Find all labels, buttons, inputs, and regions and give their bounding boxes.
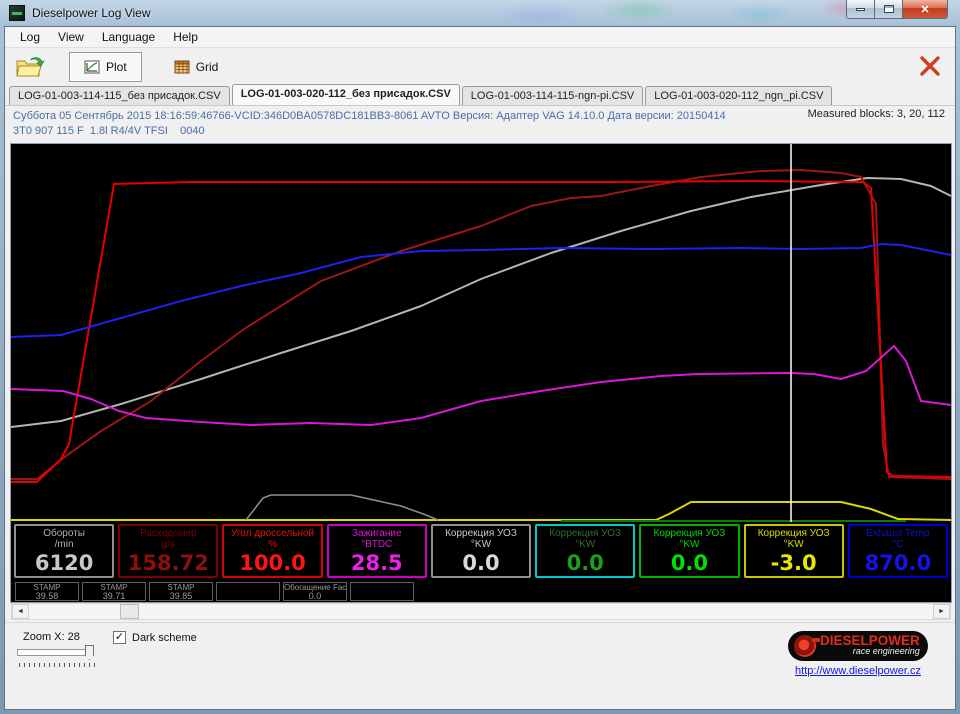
correction-1-value: 0.0 — [462, 551, 500, 575]
panel-correction-1: Коррекция УОЗ °KW 0.0 — [430, 524, 532, 578]
panel-rpm: Обороты /min 6120 — [14, 524, 115, 578]
tab-strip: LOG-01-003-114-115_без присадок.CSV LOG-… — [5, 84, 955, 106]
zoom-slider-track[interactable] — [17, 649, 85, 656]
dark-scheme-option[interactable]: ✓ Dark scheme — [113, 631, 197, 644]
plot-svg[interactable] — [11, 144, 951, 522]
scroll-right-button[interactable]: ► — [933, 604, 950, 619]
rpm-value: 6120 — [34, 551, 94, 575]
tab-log-020-112-ngn-pi[interactable]: LOG-01-003-020-112_ngn_pi.CSV — [645, 86, 833, 105]
red-x-icon — [920, 56, 940, 76]
dark-scheme-label: Dark scheme — [132, 631, 197, 644]
minimize-icon — [856, 7, 865, 11]
plot-region: Обороты /min 6120 Расходомер g/s 158.72 … — [10, 143, 952, 603]
stamp-3: STAMP 39.85 — [149, 582, 213, 601]
scrollbar-thumb[interactable] — [120, 604, 139, 619]
menu-language[interactable]: Language — [93, 28, 164, 46]
maximize-icon — [883, 5, 894, 13]
ecu-id-line: 3T0 907 115 F 1.8l R4/4V TFSI 0040 — [13, 125, 205, 137]
horizontal-scrollbar[interactable]: ◄ ► — [11, 603, 951, 620]
correction-3-value: 0.0 — [670, 551, 709, 575]
grid-icon — [174, 60, 190, 73]
log-info: Суббота 05 Сентябрь 2015 18:16:59:46766-… — [5, 106, 955, 144]
grid-button-label: Grid — [195, 59, 219, 74]
panel-maf: Расходомер g/s 158.72 — [118, 524, 219, 578]
panel-correction-2: Коррекция УОЗ °KW 0.0 — [535, 524, 636, 578]
value-panel-row: Обороты /min 6120 Расходомер g/s 158.72 … — [14, 524, 948, 578]
zoom-x-label: Zoom X: 28 — [23, 631, 80, 643]
scroll-left-button[interactable]: ◄ — [12, 604, 29, 619]
app-window: Dieselpower Log View ✕ Log View Language… — [0, 0, 960, 714]
close-log-button[interactable] — [915, 51, 945, 81]
plot-toggle-button[interactable]: Plot — [69, 51, 142, 82]
footer-bar: Zoom X: 28 ✓ Dark scheme DIESELPOWER rac… — [5, 622, 955, 709]
zoom-slider-ticks — [19, 663, 95, 667]
panel-throttle: Угол дроссельной % 100.0 — [222, 524, 323, 578]
scroll-right-icon: ► — [938, 608, 945, 615]
close-button[interactable]: ✕ — [902, 0, 948, 19]
toolbar: Plot Grid — [5, 48, 955, 85]
plot-icon — [84, 60, 100, 73]
maf-value: 158.72 — [127, 551, 209, 575]
minimize-button[interactable] — [846, 0, 875, 19]
scroll-left-icon: ◄ — [17, 608, 24, 615]
menu-view[interactable]: View — [49, 28, 93, 46]
close-icon: ✕ — [920, 3, 930, 16]
stamp-1: STAMP 39.58 — [15, 582, 79, 601]
throttle-value: 100.0 — [239, 551, 306, 575]
turbo-icon — [794, 635, 820, 657]
exhaust-temp-value: 870.0 — [864, 551, 932, 575]
dieselpower-logo: DIESELPOWER race engineering — [788, 631, 928, 661]
open-folder-icon — [16, 56, 45, 76]
maximize-button[interactable] — [875, 0, 902, 19]
title-bar: Dieselpower Log View ✕ — [0, 0, 960, 26]
stamp-2: STAMP 39.71 — [82, 582, 146, 601]
zoom-slider-thumb[interactable] — [85, 645, 94, 660]
client-area: Log View Language Help Plot Grid LOG-01-… — [4, 26, 956, 710]
dark-scheme-checkbox[interactable]: ✓ — [113, 631, 126, 644]
logo-brand-text: DIESELPOWER — [820, 633, 920, 648]
tab-log-114-115-bez[interactable]: LOG-01-003-114-115_без присадок.CSV — [9, 86, 230, 105]
log-header-line: Суббота 05 Сентябрь 2015 18:16:59:46766-… — [13, 110, 726, 122]
plot-button-label: Plot — [106, 59, 127, 74]
menu-help[interactable]: Help — [164, 28, 207, 46]
stamp-6-empty — [350, 582, 414, 601]
measured-blocks-label: Measured blocks: 3, 20, 112 — [807, 108, 945, 120]
dieselpower-link[interactable]: http://www.dieselpower.cz — [788, 665, 928, 677]
stamp-4-empty — [216, 582, 280, 601]
tab-log-114-115-ngn-pi[interactable]: LOG-01-003-114-115-ngn-pi.CSV — [461, 86, 644, 105]
window-title: Dieselpower Log View — [32, 6, 151, 20]
tab-log-020-112-bez[interactable]: LOG-01-003-020-112_без присадок.CSV — [231, 84, 460, 105]
correction-2-value: 0.0 — [566, 551, 604, 575]
menu-bar: Log View Language Help — [5, 27, 955, 48]
panel-correction-3: Коррекция УОЗ °KW 0.0 — [639, 524, 740, 578]
menu-log[interactable]: Log — [11, 28, 49, 46]
correction-4-value: -3.0 — [770, 551, 817, 575]
grid-toggle-button[interactable]: Grid — [160, 52, 233, 82]
ignition-value: 28.5 — [350, 551, 403, 575]
panel-correction-4: Коррекция УОЗ °KW -3.0 — [743, 524, 844, 578]
panel-exhaust-temp: Exhaust Temp °C 870.0 — [847, 524, 948, 578]
open-file-button[interactable] — [13, 52, 47, 82]
app-icon — [9, 5, 25, 21]
enrichment-factor-box: Обогащение Fact. 0.0 — [283, 582, 347, 601]
panel-ignition: Зажигание °BTDC 28.5 — [326, 524, 427, 578]
stamp-row: STAMP 39.58 STAMP 39.71 STAMP 39.85 Обог… — [15, 582, 414, 601]
